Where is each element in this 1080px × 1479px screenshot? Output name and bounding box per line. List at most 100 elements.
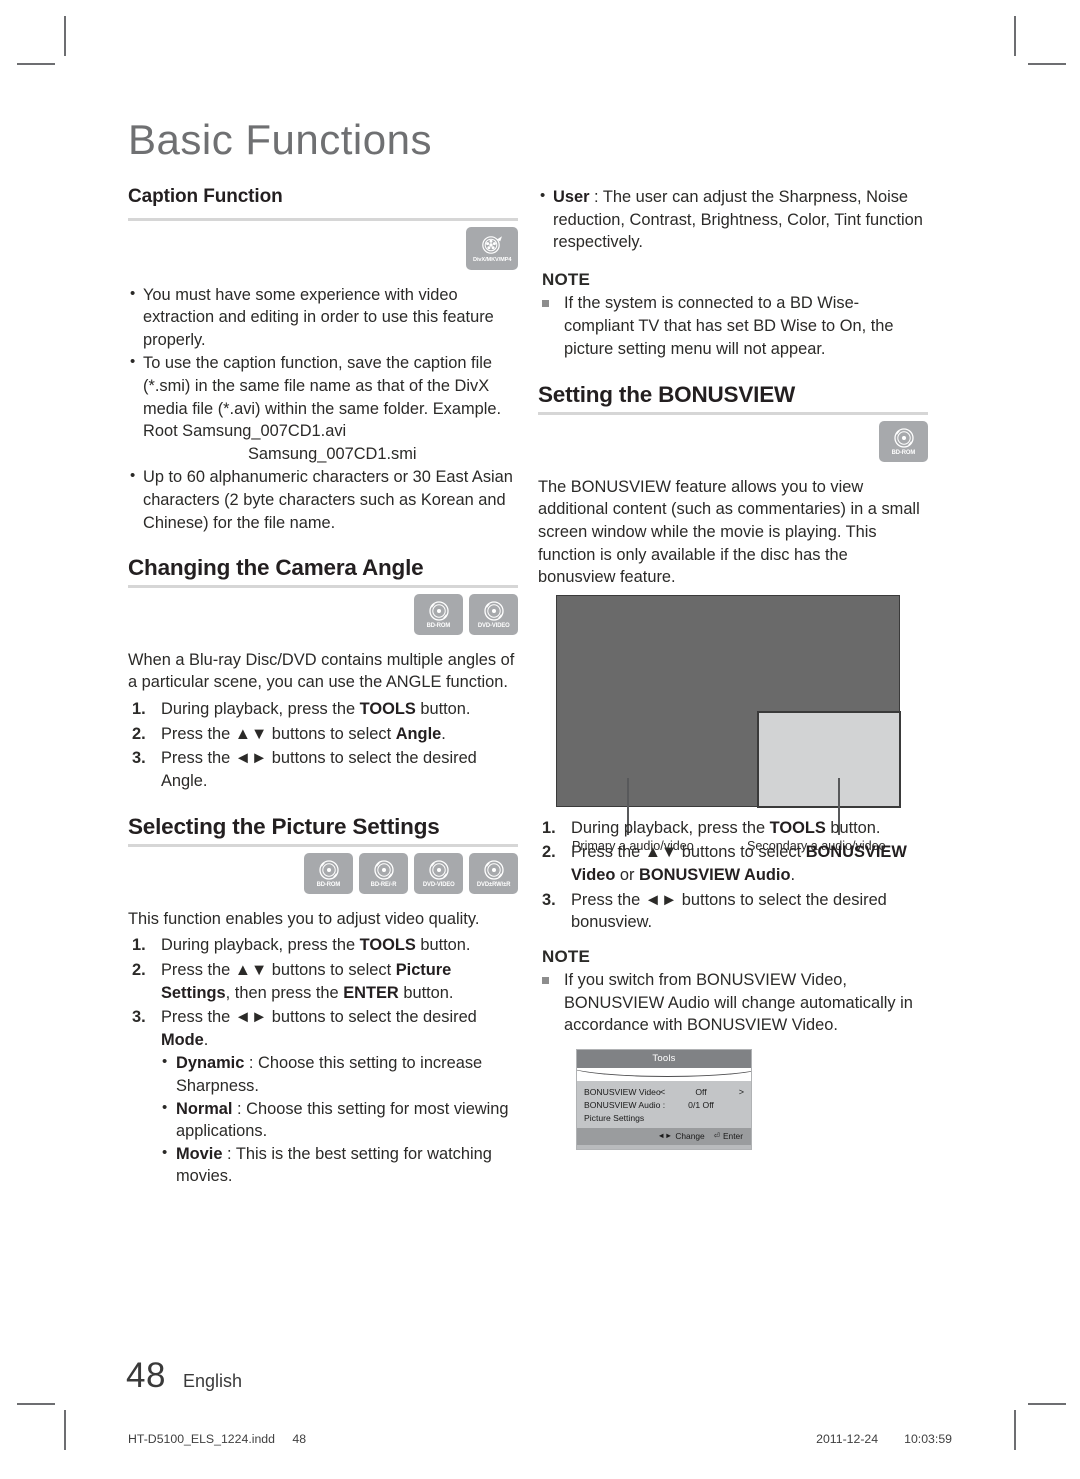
- list-item: 2. Press the ▲▼ buttons to select BONUSV…: [538, 841, 928, 886]
- mode-separator: :: [232, 1099, 247, 1118]
- step-text: During playback, press the TOOLS button.: [161, 700, 470, 718]
- chevron-right-icon[interactable]: >: [732, 1081, 744, 1104]
- osd-hint-change: ◄► Change: [657, 1125, 704, 1148]
- disc-icon: [428, 860, 449, 881]
- mode-name: Dynamic: [176, 1054, 245, 1073]
- production-date: 2011-12-24: [816, 1432, 879, 1446]
- list-item: Normal : Choose this setting for most vi…: [161, 1097, 518, 1143]
- left-right-arrows-icon: ◄►: [657, 1131, 673, 1141]
- step-text-post: .: [790, 865, 796, 884]
- icon-caption: BD-RE/-R: [370, 881, 397, 889]
- media-icon-row-caption: DivX/MKV/MP4: [128, 226, 518, 270]
- step-text: Press the ▲▼ buttons to select Angle.: [161, 725, 446, 743]
- production-page-number: 48: [292, 1432, 307, 1446]
- step-text-pre: During playback, press the: [571, 818, 770, 837]
- step-text-pre: During playback, press the: [161, 699, 360, 718]
- step-number: 2.: [132, 724, 146, 743]
- right-column: User : The user can adjust the Sharpness…: [538, 185, 928, 1151]
- step-text-pre: During playback, press the: [161, 936, 360, 955]
- step-number: 1.: [542, 818, 556, 837]
- step-text-post: .: [203, 1030, 209, 1049]
- camera-angle-intro: When a Blu-ray Disc/DVD contains multipl…: [128, 650, 515, 692]
- film-reel-icon: [482, 236, 502, 254]
- user-mode-bullet: User : The user can adjust the Sharpness…: [538, 185, 928, 254]
- osd-hint-label: Change: [675, 1131, 705, 1142]
- note-list-bonusview: If you switch from BONUSVIEW Video, BONU…: [538, 969, 928, 1037]
- step-text-pre: Press the ▲▼ buttons to select: [161, 961, 396, 980]
- step-text: During playback, press the TOOLS button.: [571, 819, 880, 837]
- bd-rom-icon: BD-ROM: [304, 852, 353, 894]
- step-text-post: button.: [825, 818, 881, 837]
- mode-name: Movie: [176, 1144, 223, 1163]
- production-timestamp: 2011-12-24 10:03:59: [816, 1432, 952, 1446]
- step-text-mid: , then press the: [225, 983, 344, 1002]
- picture-mode-list: Dynamic : Choose this setting to increas…: [161, 1051, 518, 1188]
- media-icon-row-picture-settings: BD-ROM BD-RE/-R DVD-VIDEO DVD±RW/±R: [128, 852, 518, 894]
- osd-row-value: 0/1 Off: [688, 1100, 714, 1111]
- list-item: If you switch from BONUSVIEW Video, BONU…: [538, 969, 928, 1037]
- list-item: 3. Press the ◄► buttons to select the de…: [128, 747, 518, 792]
- osd-hint-enter: ⏎ Enter: [714, 1125, 743, 1148]
- list-item: Up to 60 alphanumeric characters or 30 E…: [128, 465, 518, 534]
- left-column: Caption Function DivX/MKV/MP4 • You must…: [128, 186, 518, 1190]
- section-heading-bonusview: Setting the BONUSVIEW: [538, 382, 796, 408]
- disc-icon: [373, 860, 394, 881]
- caption-example-line2: Samsung_007CD1.smi: [248, 444, 417, 463]
- list-item: 3. Press the ◄► buttons to select the de…: [128, 1006, 518, 1188]
- icon-caption: DVD±RW/±R: [476, 881, 511, 889]
- mode-name: User: [553, 188, 590, 206]
- osd-footer-hints: ◄► Change ⏎ Enter: [577, 1125, 751, 1148]
- bonusview-intro: The BONUSVIEW feature allows you to view…: [538, 477, 920, 587]
- list-item: Movie : This is the best setting for wat…: [161, 1142, 518, 1188]
- step-text-pre: Press the ▲▼ buttons to select: [571, 843, 806, 862]
- page-folio: 48 English: [126, 1356, 242, 1396]
- bd-rom-icon: BD-ROM: [879, 420, 928, 462]
- icon-caption: DVD-VIDEO: [477, 622, 510, 630]
- step-number: 2.: [542, 843, 556, 862]
- manual-page: Basic Functions Caption Function DivX/MK: [0, 0, 1080, 1479]
- list-item: If the system is connected to a BD Wise-…: [538, 292, 928, 360]
- step-text-pre: Press the ◄► buttons to select the desir…: [161, 1008, 477, 1027]
- step-text: Press the ◄► buttons to select the desir…: [571, 890, 887, 932]
- list-item: To use the caption function, save the ca…: [128, 351, 518, 465]
- picture-settings-intro: This function enables you to adjust vide…: [128, 909, 480, 928]
- icon-caption: BD-ROM: [316, 881, 341, 889]
- list-item: 1. During playback, press the TOOLS butt…: [128, 698, 518, 721]
- step-number: 1.: [132, 699, 146, 718]
- mode-separator: :: [222, 1144, 236, 1163]
- section-heading-caption-function: Caption Function: [128, 186, 283, 207]
- bd-rom-icon: BD-ROM: [414, 593, 463, 635]
- production-file-info: HT-D5100_ELS_1224.indd 48: [128, 1432, 306, 1446]
- step-text-bold: TOOLS: [769, 818, 826, 837]
- picture-settings-steps: 1. During playback, press the TOOLS butt…: [128, 934, 518, 1188]
- heading-rule: [128, 843, 518, 847]
- production-footer: HT-D5100_ELS_1224.indd 48 2011-12-24 10:…: [128, 1432, 952, 1446]
- step-number: 2.: [132, 961, 146, 980]
- osd-title: Tools: [577, 1050, 751, 1069]
- dvd-rw-r-icon: DVD±RW/±R: [469, 852, 518, 894]
- bd-re-r-icon: BD-RE/-R: [359, 852, 408, 894]
- heading-rule: [128, 584, 518, 588]
- step-text-post: button.: [398, 983, 454, 1002]
- disc-icon: [483, 601, 504, 621]
- icon-caption: DVD-VIDEO: [422, 881, 455, 889]
- tools-osd-screenshot: Tools BONUSVIEW Video < Off > BONUSVIEW …: [576, 1049, 752, 1151]
- step-text-bold: Mode: [161, 1030, 204, 1049]
- camera-angle-steps: 1. During playback, press the TOOLS butt…: [128, 698, 518, 792]
- step-text-bold: TOOLS: [359, 936, 416, 955]
- icon-caption: BD-ROM: [891, 449, 916, 457]
- note-heading: NOTE: [542, 946, 591, 966]
- disc-icon: [428, 601, 449, 621]
- osd-row-label: Picture Settings: [584, 1113, 645, 1124]
- step-text-mid: or: [615, 865, 640, 884]
- divx-mkv-mp4-icon: DivX/MKV/MP4: [466, 226, 518, 270]
- step-text-bold-2: BONUSVIEW Audio: [639, 865, 791, 884]
- step-text-post: button.: [415, 936, 471, 955]
- list-item: 2. Press the ▲▼ buttons to select Pictur…: [128, 959, 518, 1004]
- section-heading-camera-angle: Changing the Camera Angle: [128, 555, 424, 581]
- dvd-video-icon: DVD-VIDEO: [414, 852, 463, 894]
- heading-rule: [538, 411, 928, 415]
- heading-rule: [128, 217, 518, 221]
- disc-icon: [893, 428, 914, 448]
- step-text-bold: Angle: [395, 724, 442, 743]
